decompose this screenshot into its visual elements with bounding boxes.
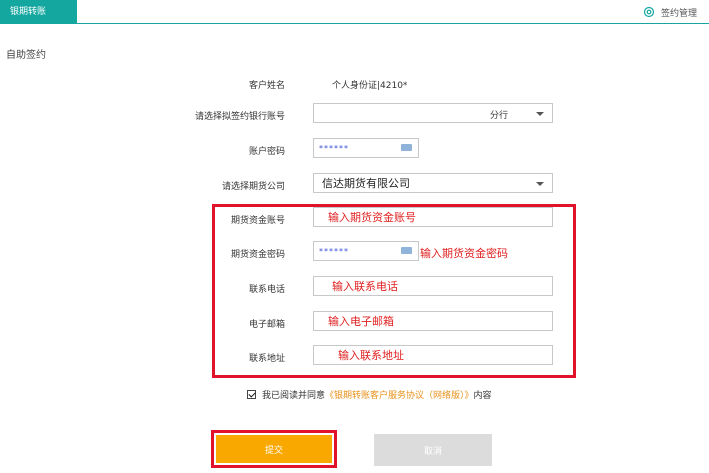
bank-account-select[interactable]: 分行 <box>313 103 553 123</box>
account-password-input[interactable]: ****** <box>313 138 419 158</box>
futures-company-select[interactable]: 信达期货有限公司 <box>313 173 553 193</box>
phone-annotation: 输入联系电话 <box>332 280 398 293</box>
futures-account-input[interactable]: 输入期货资金账号 <box>313 207 553 227</box>
submit-highlight: 提交 <box>211 430 337 468</box>
futures-password-mask: ****** <box>319 246 349 256</box>
chevron-down-icon <box>536 182 544 186</box>
futures-password-label: 期货资金密码 <box>230 250 285 260</box>
agreement-suffix: 内容 <box>473 391 492 401</box>
futures-account-annotation: 输入期货资金账号 <box>328 211 416 224</box>
futures-account-label: 期货资金账号 <box>230 216 285 226</box>
phone-input[interactable]: 输入联系电话 <box>313 276 553 296</box>
contract-management-label: 签约管理 <box>660 8 697 19</box>
email-input[interactable]: 输入电子邮箱 <box>313 311 553 331</box>
futures-password-annotation: 输入期货资金密码 <box>420 247 508 260</box>
agreement-row: 我已阅读并同意 《银期转账客户服务协议（网络版）》 内容 <box>247 388 492 401</box>
futures-company-label: 请选择期货公司 <box>221 182 285 192</box>
gear-icon <box>643 6 655 18</box>
top-bar: 银期转账 签约管理 <box>0 0 709 24</box>
keyboard-icon[interactable] <box>401 247 412 254</box>
address-annotation: 输入联系地址 <box>338 349 404 362</box>
email-annotation: 输入电子邮箱 <box>328 315 394 328</box>
email-label: 电子邮箱 <box>248 320 285 330</box>
address-label: 联系地址 <box>248 354 285 364</box>
chevron-down-icon <box>536 112 544 116</box>
bank-account-label: 请选择拟签约银行账号 <box>194 112 285 122</box>
bank-account-value: 分行 <box>489 111 508 121</box>
customer-name-label: 客户姓名 <box>248 81 285 91</box>
tab-bank-futures-transfer[interactable]: 银期转账 <box>0 0 77 24</box>
page-title: 自助签约 <box>6 50 46 61</box>
phone-label: 联系电话 <box>248 285 285 295</box>
address-input[interactable]: 输入联系地址 <box>313 345 553 365</box>
submit-button[interactable]: 提交 <box>216 435 332 463</box>
agreement-checkbox[interactable] <box>247 390 256 399</box>
futures-password-input[interactable]: ****** <box>313 241 419 261</box>
keyboard-icon[interactable] <box>401 144 412 151</box>
account-password-label: 账户密码 <box>248 147 285 157</box>
cancel-button[interactable]: 取消 <box>374 434 492 466</box>
futures-company-value: 信达期货有限公司 <box>322 177 410 190</box>
customer-name-value: 个人身份证|4210* <box>332 81 408 91</box>
agreement-link[interactable]: 《银期转账客户服务协议（网络版）》 <box>325 388 474 401</box>
account-password-mask: ****** <box>319 143 349 153</box>
contract-management-link[interactable]: 签约管理 <box>643 4 697 20</box>
agreement-prefix: 我已阅读并同意 <box>262 391 326 401</box>
